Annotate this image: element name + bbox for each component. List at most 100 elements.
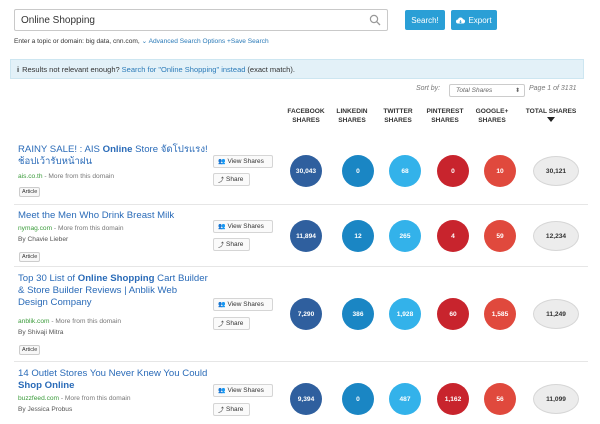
sort-label: Sort by: [416,85,441,92]
domain-link[interactable]: ais.co.th [18,173,43,180]
chevron-down-icon: ⌄ [141,38,148,45]
share-button[interactable]: ⤴ Share [213,403,250,416]
googleplus-shares-count: 1,585 [484,298,516,330]
view-shares-button[interactable]: 👥 View Shares [213,384,273,397]
view-shares-button[interactable]: 👥 View Shares [213,298,273,311]
result-domain: buzzfeed.com - More from this domain [18,395,131,402]
result-author: By Jessica Probus [18,406,73,413]
twitter-shares-count: 265 [389,220,421,252]
view-shares-button[interactable]: 👥 View Shares [213,220,273,233]
column-googleplus: GOOGLE+ SHARES [475,108,509,124]
googleplus-shares-count: 10 [484,155,516,187]
sort-desc-icon [547,117,555,122]
users-icon: 👥 [218,159,226,165]
content-type-badge: Article [19,187,41,197]
column-linkedin: LINKEDIN SHARES [336,108,368,124]
result-author: By Shivaji Mitra [18,329,64,336]
linkedin-shares-count: 386 [342,298,374,330]
view-shares-label: View Shares [227,387,264,394]
search-button[interactable]: Search! [405,10,445,30]
share-button[interactable]: ⤴ Share [213,173,250,186]
sort-select[interactable]: Total Shares ⬍ [449,84,525,97]
pinterest-shares-count: 4 [437,220,469,252]
result-title-link[interactable]: 14 Outlet Stores You Never Knew You Coul… [18,368,208,392]
more-from-domain-link[interactable]: - More from this domain [50,318,121,325]
facebook-shares-count: 7,290 [290,298,322,330]
title-keyword: Online [102,144,133,155]
search-hint: Enter a topic or domain: big data, cnn.c… [14,38,269,45]
facebook-shares-count: 30,043 [290,155,322,187]
info-icon: i [17,64,20,74]
cloud-download-icon [456,17,466,23]
result-title-link[interactable]: Top 30 List of Online Shopping Cart Buil… [18,273,208,309]
facebook-shares-count: 11,894 [290,220,322,252]
exact-match-link[interactable]: Search for "Online Shopping" instead [122,65,246,74]
view-shares-label: View Shares [227,301,264,308]
share-label: Share [226,320,244,327]
share-icon: ⤴ [218,243,225,249]
share-icon: ⤴ [218,408,225,414]
relevance-notice: i Results not relevant enough? Search fo… [10,59,584,79]
result-title-link[interactable]: RAINY SALE! : AIS Online Store จัดโปรแรง… [18,144,208,168]
search-box[interactable] [14,9,388,31]
page-info: Page 1 of 3131 [529,85,577,92]
pinterest-shares-count: 0 [437,155,469,187]
result-domain: nymag.com - More from this domain [18,225,124,232]
share-label: Share [226,241,244,248]
result-title-link[interactable]: Meet the Men Who Drink Breast Milk [18,210,208,222]
share-button[interactable]: ⤴ Share [213,238,250,251]
content-type-badge: Article [19,252,41,262]
title-text: Top 30 List of [18,273,78,284]
search-icon [369,14,381,26]
facebook-shares-count: 9,394 [290,383,322,415]
more-from-domain-link[interactable]: - More from this domain [43,173,114,180]
view-shares-label: View Shares [227,158,264,165]
advanced-search-link[interactable]: Advanced Search Options [149,38,226,45]
more-from-domain-link[interactable]: - More from this domain [59,395,131,402]
row-divider [14,361,588,362]
share-icon: ⤴ [218,178,225,184]
title-text: Meet the Men Who Drink Breast Milk [18,210,175,221]
export-button[interactable]: Export [451,10,497,30]
view-shares-label: View Shares [227,223,264,230]
twitter-shares-count: 68 [389,155,421,187]
linkedin-shares-count: 0 [342,383,374,415]
share-button[interactable]: ⤴ Share [213,317,250,330]
result-domain: ais.co.th - More from this domain [18,173,114,180]
linkedin-shares-count: 12 [342,220,374,252]
title-text: RAINY SALE! : AIS [18,144,103,155]
twitter-shares-count: 487 [389,383,421,415]
title-text: 14 Outlet Stores You Never Knew You Coul… [18,368,208,379]
share-icon: ⤴ [218,322,225,328]
column-total[interactable]: TOTAL SHARES [522,107,580,122]
total-shares-count: 11,099 [533,384,579,414]
row-divider [14,266,588,267]
column-twitter: TWITTER SHARES [383,108,413,124]
save-search-link[interactable]: Save Search [231,38,269,45]
googleplus-shares-count: 59 [484,220,516,252]
result-author: By Chavie Lieber [18,236,69,243]
domain-link[interactable]: anblik.com [18,318,50,325]
result-domain: anblik.com - More from this domain [18,318,121,325]
users-icon: 👥 [218,302,226,308]
column-pinterest: PINTEREST SHARES [426,108,464,124]
googleplus-shares-count: 56 [484,383,516,415]
total-shares-count: 30,121 [533,156,579,186]
domain-link[interactable]: nymag.com [18,225,52,232]
share-label: Share [226,176,244,183]
row-divider [14,204,588,205]
content-type-badge: Article [19,345,41,355]
view-shares-button[interactable]: 👥 View Shares [213,155,273,168]
total-shares-count: 11,249 [533,299,579,329]
domain-link[interactable]: buzzfeed.com [18,395,59,402]
users-icon: 👥 [218,388,226,394]
users-icon: 👥 [218,224,226,230]
more-from-domain-link[interactable]: - More from this domain [52,225,124,232]
search-input[interactable] [15,10,355,31]
total-shares-count: 12,234 [533,221,579,251]
share-label: Share [226,406,244,413]
sort-caret-icon: ⬍ [514,88,520,94]
pinterest-shares-count: 1,162 [437,383,469,415]
column-facebook: FACEBOOK SHARES [287,108,325,124]
linkedin-shares-count: 0 [342,155,374,187]
